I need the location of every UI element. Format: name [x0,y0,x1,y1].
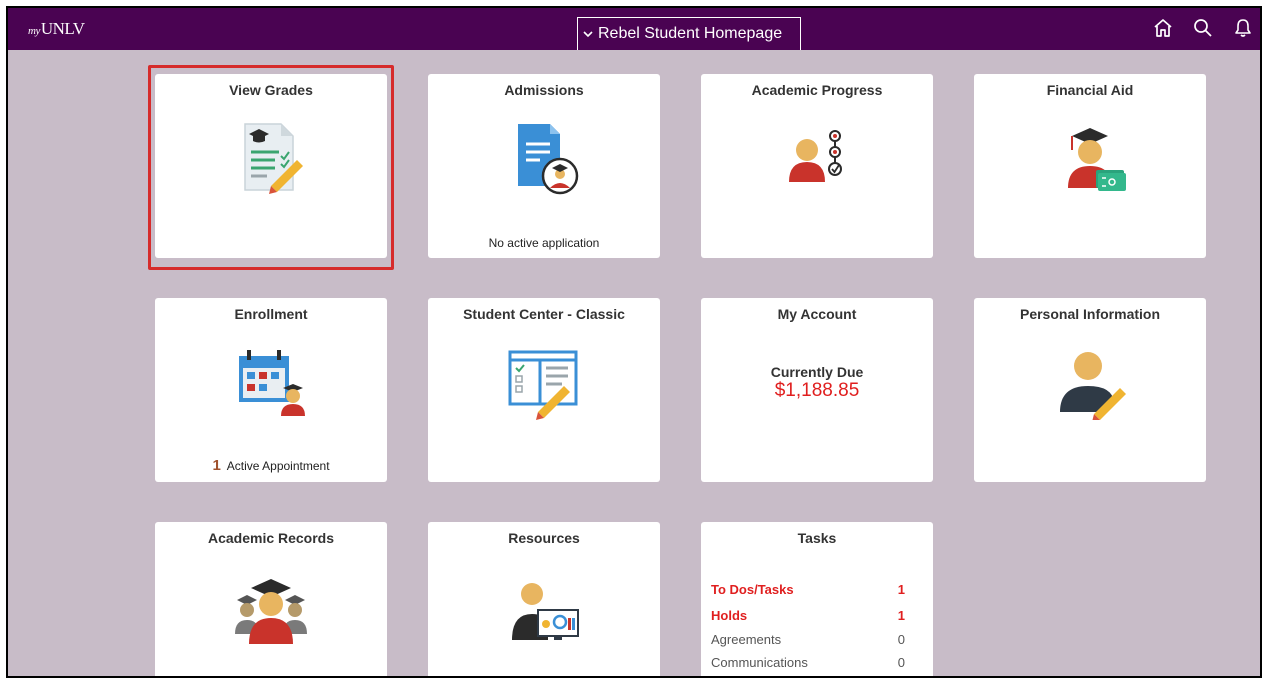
logo-my: my [28,25,40,37]
task-label: To Dos/Tasks [711,582,794,597]
logo-text: UNLV [40,19,85,38]
tile-admissions[interactable]: Admissions No active application [428,74,660,258]
student-center-icon [508,350,578,420]
tile-title: Financial Aid [1046,82,1134,98]
homepage-selector[interactable]: Rebel Student Homepage [577,17,801,50]
currently-due-amount: $1,188.85 [774,380,860,401]
task-row-holds[interactable]: Holds 1 [711,608,921,623]
page-title: Rebel Student Homepage [598,25,783,42]
task-row-todos[interactable]: To Dos/Tasks 1 [711,582,921,597]
tile-title: Personal Information [1019,306,1161,322]
admissions-status: No active application [488,236,600,250]
task-count: 0 [897,655,905,670]
bell-icon[interactable] [1232,17,1254,39]
tile-academic-progress[interactable]: Academic Progress [701,74,933,258]
task-label: Agreements [711,632,782,647]
tile-title: Academic Records [207,530,335,546]
tile-enrollment[interactable]: Enrollment 1 Active Appointment [155,298,387,482]
task-count: 0 [897,632,905,647]
personal-info-icon [1060,352,1126,420]
tile-title: Student Center - Classic [463,306,625,322]
resources-icon [512,583,579,640]
tile-title: Enrollment [234,306,308,322]
tile-personal-information[interactable]: Personal Information [974,298,1206,482]
highlight-box [148,65,394,270]
top-navbar: myUNLV Rebel Student Homepage [8,8,1260,50]
browser-frame: myUNLV Rebel Student Homepage View Grade… [6,6,1262,678]
tile-tasks[interactable]: Tasks To Dos/Tasks 1 Holds 1 Agreements … [701,522,933,676]
task-row-agreements[interactable]: Agreements 0 [711,632,921,647]
task-count: 1 [897,608,905,623]
homepage-screen: myUNLV Rebel Student Homepage View Grade… [8,8,1260,676]
search-icon[interactable] [1192,17,1214,39]
task-count: 1 [897,582,905,597]
academic-progress-icon [789,130,842,182]
task-label: Communications [711,655,808,670]
task-label: Holds [711,608,748,623]
calendar-icon [239,350,305,416]
enrollment-appointments: 1 Active Appointment [155,457,387,474]
tile-academic-records[interactable]: Academic Records [155,522,387,676]
currently-due-label: Currently Due [770,364,864,380]
home-icon[interactable] [1152,17,1174,39]
tile-title: Resources [508,530,580,546]
tile-title: Academic Progress [751,82,883,98]
tile-title: Tasks [797,530,837,546]
tile-resources[interactable]: Resources [428,522,660,676]
tile-financial-aid[interactable]: Financial Aid [974,74,1206,258]
financial-aid-icon [1068,128,1126,191]
appointment-label: Active Appointment [226,459,330,473]
tile-my-account[interactable]: My Account Currently Due $1,188.85 [701,298,933,482]
chevron-down-icon [583,31,593,38]
unlv-logo[interactable]: myUNLV [28,19,85,39]
tile-title: Admissions [504,82,584,98]
tile-student-center-classic[interactable]: Student Center - Classic [428,298,660,482]
academic-records-icon [235,579,307,644]
appointment-count: 1 [212,457,221,474]
task-row-communications[interactable]: Communications 0 [711,655,921,670]
tile-title: My Account [777,306,857,322]
application-document-icon [518,124,579,195]
